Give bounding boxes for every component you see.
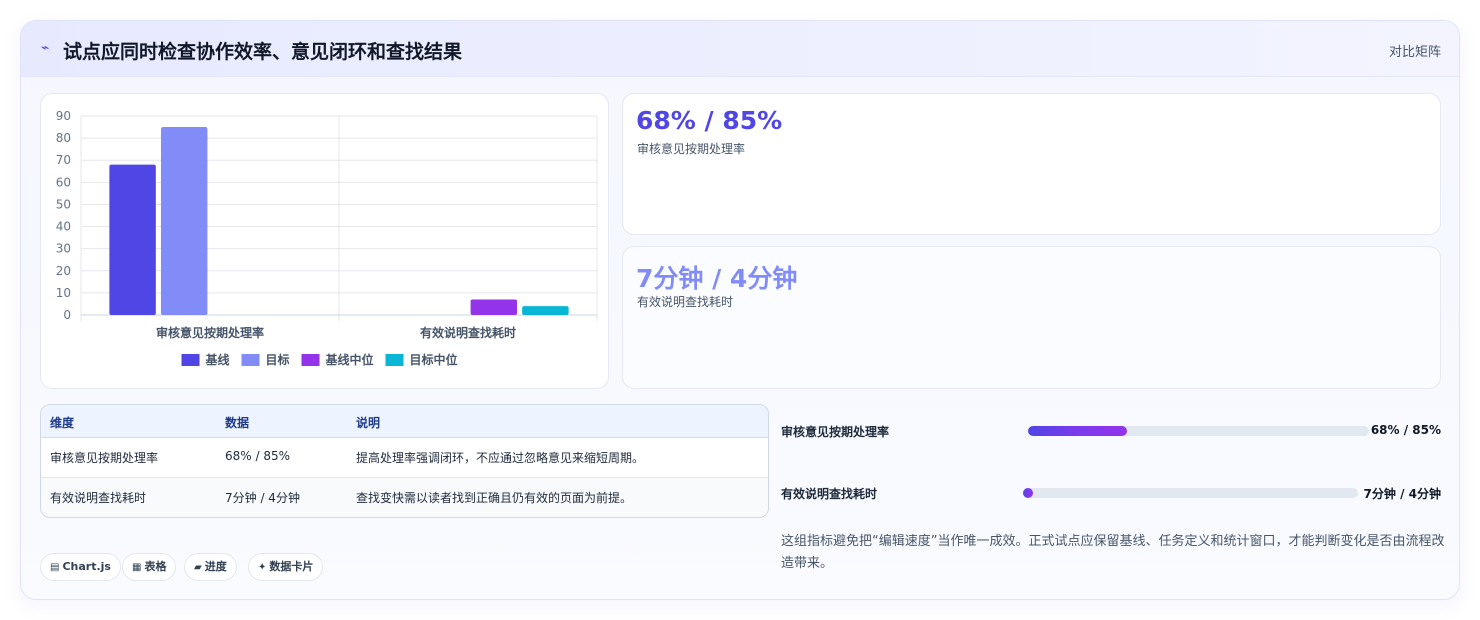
y-tick-label: 80 [56, 131, 71, 145]
chip-label: 进度 [204, 560, 227, 573]
y-tick-label: 0 [63, 308, 71, 322]
y-tick-label: 50 [56, 197, 71, 211]
bar [470, 299, 518, 315]
data-table: 维度 数据 说明 审核意见按期处理率 68% / 85% 提高处理率强调闭环，不… [40, 404, 769, 518]
legend-swatch [385, 354, 404, 366]
legend-swatch [301, 354, 320, 366]
legend-label: 基线 [205, 352, 230, 367]
table-header-row: 维度 数据 说明 [41, 405, 768, 438]
y-tick-label: 20 [56, 264, 71, 278]
kpi-label: 有效说明查找耗时 [637, 295, 734, 309]
progress-track [1023, 488, 1358, 498]
progress-label: 审核意见按期处理率 [781, 425, 890, 439]
y-tick-label: 70 [56, 153, 71, 167]
progress-row-2: 有效说明查找耗时 7分钟 / 4分钟 [781, 483, 1445, 503]
comparison-panel: ⌁ 试点应同时检查协作效率、意见闭环和查找结果 对比矩阵 0 10 20 30 40 50… [20, 20, 1460, 600]
legend-label: 基线中位 [325, 352, 374, 367]
sparkle-icon: ✦ [258, 562, 267, 573]
legend-swatch [241, 354, 260, 366]
chip-table[interactable]: ▦ 表格 [122, 553, 177, 581]
kpi-card-1: 68% / 85% 审核意见按期处理率 [622, 93, 1441, 235]
bar-chart: 0 10 20 30 40 50 60 70 80 90 审核意见按期处理率 有效说明查找耗时基线 目标… [56, 109, 598, 367]
chart-icon: ▤ [50, 562, 60, 573]
chip-progress[interactable]: ▰ 进度 [184, 553, 237, 581]
progress-fill [1028, 426, 1127, 436]
table-cell: 提高处理率强调闭环，不应通过忽略意见来缩短周期。 [356, 451, 645, 465]
y-tick-label: 40 [56, 220, 71, 234]
chip-label: Chart.js [62, 560, 111, 573]
kpi-card-2: 7分钟 / 4分钟 有效说明查找耗时 [622, 246, 1441, 389]
table-cell: 审核意见按期处理率 [50, 451, 159, 465]
table-cell: 7分钟 / 4分钟 [225, 491, 300, 505]
progress-row-1: 审核意见按期处理率 68% / 85% [781, 421, 1445, 441]
table-cell: 有效说明查找耗时 [50, 491, 147, 505]
bar [109, 164, 156, 315]
table-cell: 查找变快需以读者找到正确且仍有效的页面为前提。 [356, 491, 633, 505]
y-tick-label: 10 [56, 286, 71, 300]
panel-header: ⌁ 试点应同时检查协作效率、意见闭环和查找结果 对比矩阵 [21, 21, 1459, 77]
chip-label: 表格 [144, 560, 167, 573]
table-header-cell: 数据 [225, 416, 250, 430]
table-header-cell: 说明 [356, 416, 381, 430]
legend-swatch [181, 354, 200, 366]
panel-tag: 对比矩阵 [1388, 45, 1441, 60]
chip-label: 数据卡片 [269, 560, 314, 573]
panel-title: 试点应同时检查协作效率、意见闭环和查找结果 [63, 41, 463, 63]
legend-label: 目标中位 [410, 352, 458, 367]
table-row: 有效说明查找耗时 7分钟 / 4分钟 查找变快需以读者找到正确且仍有效的页面为前… [41, 478, 768, 517]
chip-chartjs[interactable]: ▤ Chart.js [40, 553, 121, 581]
progress-label: 有效说明查找耗时 [781, 487, 878, 501]
trend-icon: ⌁ [41, 40, 50, 56]
bar [522, 306, 569, 315]
table-header-cell: 维度 [50, 416, 75, 430]
bar [160, 127, 208, 315]
y-tick-label: 60 [56, 175, 71, 189]
chip-data-cards[interactable]: ✦ 数据卡片 [248, 553, 324, 581]
kpi-label: 审核意见按期处理率 [637, 142, 746, 156]
summary-note: 这组指标避免把“编辑速度”当作唯一成效。正式试点应保留基线、任务定义和统计窗口，… [781, 534, 1445, 571]
x-tick-label: 审核意见按期处理率 [156, 325, 264, 340]
y-tick-label: 30 [56, 242, 71, 256]
progress-track [1028, 426, 1369, 436]
y-tick-label: 90 [56, 109, 71, 123]
progress-value: 7分钟 / 4分钟 [1363, 487, 1441, 501]
x-tick-label: 有效说明查找耗时 [420, 325, 516, 340]
progress-icon: ▰ [194, 562, 202, 573]
kpi-value: 68% / 85% [636, 106, 783, 135]
table-row: 审核意见按期处理率 68% / 85% 提高处理率强调闭环，不应通过忽略意见来缩… [41, 438, 768, 478]
chart-card: 0 10 20 30 40 50 60 70 80 90 审核意见按期处理率 有效说明查找耗时基线 目标… [40, 93, 609, 389]
table-cell: 68% / 85% [225, 449, 291, 463]
progress-fill [1023, 488, 1033, 498]
kpi-value: 7分钟 / 4分钟 [636, 264, 798, 293]
legend-label: 目标 [266, 352, 290, 367]
table-icon: ▦ [132, 562, 142, 573]
progress-value: 68% / 85% [1370, 423, 1441, 437]
